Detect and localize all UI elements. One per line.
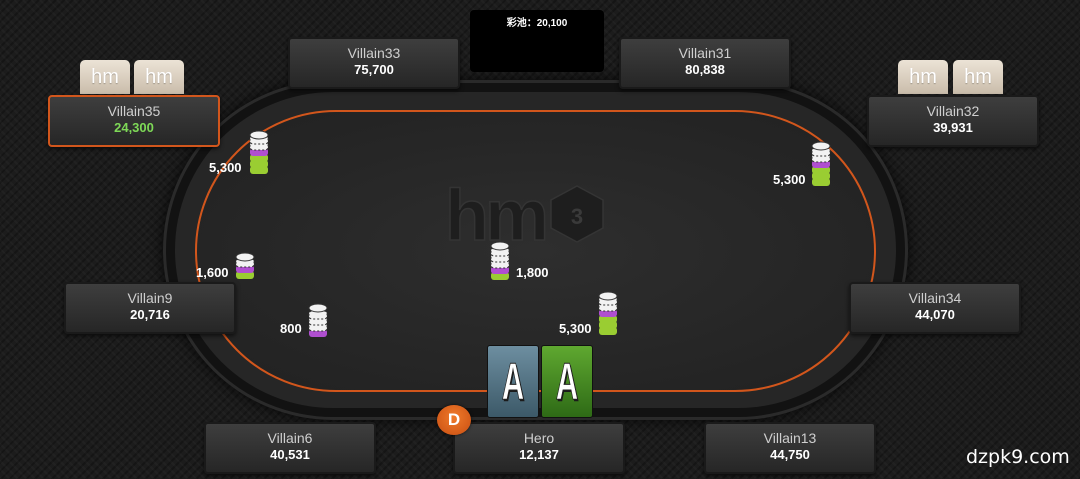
player-name: Villain35 (107, 103, 161, 119)
bet-amount: 5,300 (773, 172, 806, 187)
seat-villain32[interactable]: Villain32 39,931 (867, 95, 1039, 147)
hud-badge[interactable]: hm (898, 60, 948, 94)
player-stack: 75,700 (354, 62, 394, 77)
player-name: Villain13 (763, 430, 817, 446)
player-stack: 20,716 (130, 307, 170, 322)
hud-badge[interactable]: hm (80, 60, 130, 94)
chip-stack-icon (249, 130, 269, 174)
seat-villain34[interactable]: Villain34 44,070 (849, 282, 1021, 334)
bet-amount: 5,300 (559, 321, 592, 336)
player-stack: 44,750 (770, 447, 810, 462)
chip-stack-icon (598, 291, 618, 335)
seat-villain31[interactable]: Villain31 80,838 (619, 37, 791, 89)
player-name: Villain9 (127, 290, 173, 306)
player-stack: 39,931 (933, 120, 973, 135)
seat-villain33[interactable]: Villain33 75,700 (288, 37, 460, 89)
dealer-button: D (437, 405, 471, 435)
seat-villain35[interactable]: Villain35 24,300 (48, 95, 220, 147)
bet-amount: 1,600 (196, 265, 229, 280)
chip-stack-icon (811, 141, 831, 186)
player-stack: 12,137 (519, 447, 559, 462)
hud-badge[interactable]: hm (134, 60, 184, 94)
player-stack: 40,531 (270, 447, 310, 462)
player-name: Villain33 (347, 45, 401, 61)
seat-villain13[interactable]: Villain13 44,750 (704, 422, 876, 474)
player-name: Villain32 (926, 103, 980, 119)
bet-amount: 1,800 (516, 265, 549, 280)
player-stack: 24,300 (114, 120, 154, 135)
pot-display: 彩池：20,100 (470, 10, 604, 72)
bet-amount: 5,300 (209, 160, 242, 175)
player-stack: 44,070 (915, 307, 955, 322)
hero-card-1: A (487, 345, 539, 418)
card-rank: A (555, 353, 579, 412)
svg-text:3: 3 (571, 204, 583, 229)
hero-card-2: A (541, 345, 593, 418)
pot-label: 彩池：20,100 (506, 18, 568, 29)
seat-hero[interactable]: Hero 12,137 (453, 422, 625, 474)
watermark: dzpk9.com (966, 446, 1070, 468)
player-name: Hero (523, 430, 555, 446)
hud-badge[interactable]: hm (953, 60, 1003, 94)
seat-villain9[interactable]: Villain9 20,716 (64, 282, 236, 334)
seat-villain6[interactable]: Villain6 40,531 (204, 422, 376, 474)
player-name: Villain6 (267, 430, 313, 446)
chip-stack-icon (235, 252, 255, 279)
bet-amount: 800 (280, 321, 302, 336)
card-rank: A (501, 353, 525, 412)
chip-stack-icon (308, 303, 328, 337)
chip-stack-icon (490, 241, 510, 280)
player-name: Villain34 (908, 290, 962, 306)
player-name: Villain31 (678, 45, 732, 61)
hm3-logo: hm 3 (445, 178, 604, 257)
player-stack: 80,838 (685, 62, 725, 77)
